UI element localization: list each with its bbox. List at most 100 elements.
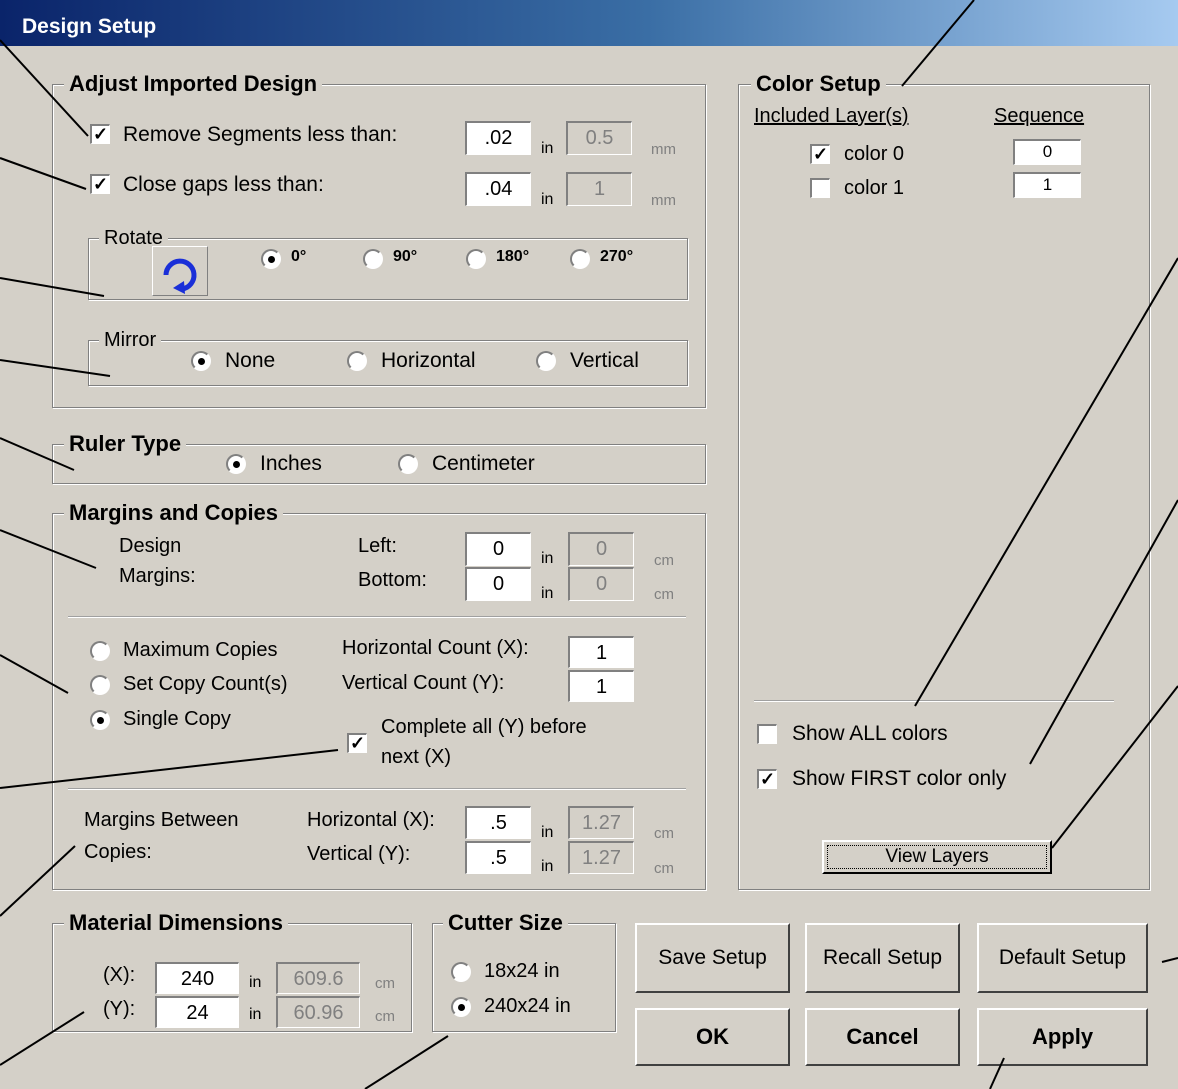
horizontal-count-input[interactable]: 1 xyxy=(568,636,634,668)
design-margins-label-2: Margins: xyxy=(119,565,196,587)
default-setup-button[interactable]: Default Setup xyxy=(977,923,1148,993)
show-all-colors-label: Show ALL colors xyxy=(792,722,948,745)
remove-segments-mm-field: 0.5 xyxy=(566,121,632,155)
ruler-centimeter-radio[interactable] xyxy=(398,454,418,474)
ruler-centimeter-label: Centimeter xyxy=(432,452,535,475)
rotate-180-radio[interactable] xyxy=(466,249,486,269)
cutter-18x24-radio[interactable] xyxy=(451,962,471,982)
layer-color0-sequence[interactable]: 0 xyxy=(1013,139,1081,165)
layer-color1-checkbox[interactable] xyxy=(810,178,830,198)
cutter-240x24-radio[interactable] xyxy=(451,997,471,1017)
material-y-in-unit: in xyxy=(249,1006,262,1023)
set-copy-count-label: Set Copy Count(s) xyxy=(123,673,288,695)
material-y-cm-field: 60.96 xyxy=(276,996,360,1028)
margins-between-label-2: Copies: xyxy=(84,841,152,863)
rotate-90-radio[interactable] xyxy=(363,249,383,269)
vertical-margin-label: Vertical (Y): xyxy=(307,843,411,865)
close-gaps-input[interactable]: .04 xyxy=(465,172,531,206)
rotate-270-radio[interactable] xyxy=(570,249,590,269)
mirror-horizontal-radio[interactable] xyxy=(347,351,367,371)
horizontal-margin-cm-field: 1.27 xyxy=(568,806,634,839)
close-gaps-label: Close gaps less than: xyxy=(123,173,324,196)
margins-copies-title: Margins and Copies xyxy=(64,500,284,526)
save-setup-button[interactable]: Save Setup xyxy=(635,923,790,993)
ruler-type-title: Ruler Type xyxy=(64,431,187,457)
single-copy-label: Single Copy xyxy=(123,708,231,730)
maximum-copies-radio[interactable] xyxy=(90,641,110,661)
close-in-unit: in xyxy=(541,191,554,208)
ok-button[interactable]: OK xyxy=(635,1008,790,1066)
vertical-margin-input[interactable]: .5 xyxy=(465,841,531,874)
material-x-cm-field: 609.6 xyxy=(276,962,360,994)
mirror-none-label: None xyxy=(225,349,276,372)
left-in-unit: in xyxy=(541,550,554,567)
margins-separator-2 xyxy=(68,788,686,790)
layer-color1-sequence[interactable]: 1 xyxy=(1013,172,1081,198)
remove-segments-checkbox[interactable]: ✓ xyxy=(90,124,110,144)
close-mm-unit: mm xyxy=(651,192,676,209)
close-gaps-mm-field: 1 xyxy=(566,172,632,206)
material-x-input[interactable]: 240 xyxy=(155,962,239,994)
apply-button[interactable]: Apply xyxy=(977,1008,1148,1066)
material-y-label: (Y): xyxy=(103,998,136,1020)
complete-all-label-1: Complete all (Y) before xyxy=(381,716,587,738)
title-bar xyxy=(0,0,1178,46)
recall-setup-button[interactable]: Recall Setup xyxy=(805,923,960,993)
show-first-color-checkbox[interactable]: ✓ xyxy=(757,769,777,789)
mirror-horizontal-label: Horizontal xyxy=(381,349,476,372)
margins-separator-1 xyxy=(68,616,686,618)
material-x-cm-unit: cm xyxy=(375,975,395,992)
cutter-size-title: Cutter Size xyxy=(443,910,568,936)
bottom-in-unit: in xyxy=(541,585,554,602)
material-y-input[interactable]: 24 xyxy=(155,996,239,1028)
left-margin-input[interactable]: 0 xyxy=(465,532,531,566)
rotate-icon[interactable] xyxy=(152,246,208,296)
bottom-margin-cm-field: 0 xyxy=(568,567,634,601)
vertical-count-input[interactable]: 1 xyxy=(568,670,634,702)
mirror-none-radio[interactable] xyxy=(191,351,211,371)
bottom-margin-input[interactable]: 0 xyxy=(465,567,531,601)
layer-color0-label: color 0 xyxy=(844,143,905,165)
remove-segments-input[interactable]: .02 xyxy=(465,121,531,155)
bottom-margin-label: Bottom: xyxy=(358,569,427,591)
horizontal-in-unit: in xyxy=(541,824,554,841)
maximum-copies-label: Maximum Copies xyxy=(123,639,278,661)
mirror-vertical-label: Vertical xyxy=(570,349,639,372)
material-x-in-unit: in xyxy=(249,974,262,991)
horizontal-margin-input[interactable]: .5 xyxy=(465,806,531,839)
remove-in-unit: in xyxy=(541,140,554,157)
show-first-color-label: Show FIRST color only xyxy=(792,767,1007,790)
layer-color0-checkbox[interactable]: ✓ xyxy=(810,144,830,164)
single-copy-radio[interactable] xyxy=(90,710,110,730)
ruler-inches-radio[interactable] xyxy=(226,454,246,474)
color-separator xyxy=(754,700,1114,702)
included-layers-header: Included Layer(s) xyxy=(754,105,909,127)
complete-all-checkbox[interactable]: ✓ xyxy=(347,733,367,753)
material-x-label: (X): xyxy=(103,964,136,986)
remove-mm-unit: mm xyxy=(651,141,676,158)
complete-all-label-2: next (X) xyxy=(381,746,452,768)
mirror-group-title: Mirror xyxy=(99,329,162,352)
horizontal-cm-unit: cm xyxy=(654,825,674,842)
horizontal-count-label: Horizontal Count (X): xyxy=(342,637,529,659)
view-layers-button[interactable]: View Layers xyxy=(822,840,1052,874)
vertical-in-unit: in xyxy=(541,858,554,875)
rotate-0-label: 0° xyxy=(291,248,307,265)
set-copy-count-radio[interactable] xyxy=(90,675,110,695)
close-gaps-checkbox[interactable]: ✓ xyxy=(90,174,110,194)
vertical-cm-unit: cm xyxy=(654,860,674,877)
window-title: Design Setup xyxy=(22,15,157,38)
sequence-header: Sequence xyxy=(994,105,1085,127)
left-margin-cm-field: 0 xyxy=(568,532,634,566)
vertical-margin-cm-field: 1.27 xyxy=(568,841,634,874)
remove-segments-label: Remove Segments less than: xyxy=(123,123,398,146)
material-dimensions-title: Material Dimensions xyxy=(64,910,288,936)
rotate-180-label: 180° xyxy=(496,248,530,265)
mirror-vertical-radio[interactable] xyxy=(536,351,556,371)
bottom-cm-unit: cm xyxy=(654,586,674,603)
view-layers-label: View Layers xyxy=(827,845,1047,869)
show-all-colors-checkbox[interactable] xyxy=(757,724,777,744)
margins-between-label-1: Margins Between xyxy=(84,809,239,831)
cancel-button[interactable]: Cancel xyxy=(805,1008,960,1066)
rotate-0-radio[interactable] xyxy=(261,249,281,269)
